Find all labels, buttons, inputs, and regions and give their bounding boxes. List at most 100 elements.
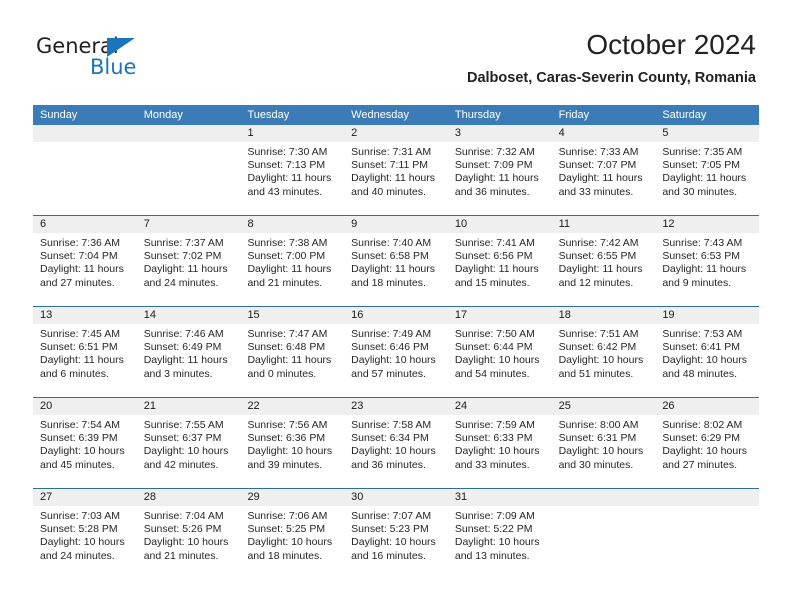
daylight-duration-line2: and 27 minutes. [662, 458, 738, 471]
calendar-day-cell[interactable]: 23 Sunrise: 7:58 AM Sunset: 6:34 PM Dayligh… [344, 398, 448, 481]
calendar-day-cell[interactable]: 4 Sunrise: 7:33 AM Sunset: 7:07 PM Daylight… [551, 125, 656, 208]
calendar-day-cell[interactable]: 8 Sunrise: 7:38 AM Sunset: 7:00 PM Daylight… [240, 216, 345, 299]
general-blue-logo[interactable]: General Blue [36, 34, 226, 90]
calendar-week-row: 27 Sunrise: 7:03 AM Sunset: 5:28 PM Dayligh… [33, 488, 760, 572]
calendar-day-cell[interactable]: 17 Sunrise: 7:50 AM Sunset: 6:44 PM Dayligh… [447, 307, 552, 390]
weekday-header-monday: Monday [143, 109, 183, 121]
daylight-duration-line2: and 36 minutes. [454, 185, 530, 198]
calendar-day-cell[interactable]: 21 Sunrise: 7:55 AM Sunset: 6:37 PM Dayligh… [136, 398, 241, 481]
calendar-day-cell[interactable]: 31 Sunrise: 7:09 AM Sunset: 5:22 PM Dayligh… [447, 489, 552, 572]
sunrise-time: Sunrise: 7:58 AM [351, 419, 432, 431]
week-spacer [33, 481, 759, 488]
weekday-header-sunday: Sunday [40, 109, 78, 121]
daylight-duration-line1: Daylight: 10 hours [351, 445, 436, 458]
calendar-day-cell[interactable]: 28 Sunrise: 7:04 AM Sunset: 5:26 PM Dayligh… [136, 489, 241, 572]
day-details: Sunrise: 7:50 AM Sunset: 6:44 PM Daylight:… [448, 324, 552, 381]
sunset-time: Sunset: 7:00 PM [247, 250, 326, 263]
calendar-week-row: 13 Sunrise: 7:45 AM Sunset: 6:51 PM Dayligh… [33, 306, 760, 390]
day-details: Sunrise: 8:02 AM Sunset: 6:29 PM Daylight:… [655, 415, 759, 472]
calendar-day-cell[interactable]: 14 Sunrise: 7:46 AM Sunset: 6:49 PM Dayligh… [136, 307, 241, 390]
calendar-day-cell[interactable]: 24 Sunrise: 7:59 AM Sunset: 6:33 PM Dayligh… [447, 398, 552, 481]
page-header: General Blue October 2024 Dalboset, Cara… [36, 28, 756, 94]
sunrise-time: Sunrise: 7:04 AM [143, 510, 224, 522]
sunset-time: Sunset: 6:51 PM [40, 341, 118, 354]
day-number: 22 [240, 398, 345, 415]
day-details: Sunrise: 7:32 AM Sunset: 7:09 PM Daylight:… [448, 142, 552, 199]
calendar-day-cell[interactable]: 20 Sunrise: 7:54 AM Sunset: 6:39 PM Dayligh… [33, 398, 137, 481]
calendar-day-cell[interactable]: 22 Sunrise: 7:56 AM Sunset: 6:36 PM Dayligh… [240, 398, 345, 481]
daylight-duration-line1: Daylight: 10 hours [143, 536, 229, 549]
sunrise-time: Sunrise: 7:07 AM [351, 510, 432, 522]
sunset-time: Sunset: 7:02 PM [143, 250, 222, 263]
daylight-duration-line2: and 51 minutes. [558, 367, 634, 380]
day-number: 15 [240, 307, 345, 324]
calendar-day-cell[interactable]: 26 Sunrise: 8:02 AM Sunset: 6:29 PM Dayligh… [655, 398, 760, 481]
calendar-day-cell[interactable]: 1 Sunrise: 7:30 AM Sunset: 7:13 PM Daylight… [240, 125, 345, 208]
day-number [136, 125, 241, 142]
daylight-duration-line2: and 24 minutes. [40, 549, 115, 562]
sunset-time: Sunset: 5:25 PM [247, 523, 326, 536]
daylight-duration-line1: Daylight: 11 hours [247, 263, 332, 276]
weekday-header-thursday: Thursday [454, 109, 501, 121]
day-number: 28 [136, 489, 241, 506]
daylight-duration-line2: and 40 minutes. [351, 185, 426, 198]
sunset-time: Sunset: 7:05 PM [662, 159, 740, 172]
calendar-day-cell[interactable]: 7 Sunrise: 7:37 AM Sunset: 7:02 PM Daylight… [136, 216, 241, 299]
daylight-duration-line1: Daylight: 10 hours [351, 536, 436, 549]
day-number: 26 [655, 398, 760, 415]
daylight-duration-line1: Daylight: 11 hours [662, 263, 747, 276]
calendar-day-cell[interactable]: 3 Sunrise: 7:32 AM Sunset: 7:09 PM Daylight… [447, 125, 552, 208]
day-number: 5 [655, 125, 760, 142]
calendar-day-cell[interactable]: 18 Sunrise: 7:51 AM Sunset: 6:42 PM Dayligh… [551, 307, 656, 390]
day-details: Sunrise: 7:43 AM Sunset: 6:53 PM Daylight:… [655, 233, 759, 290]
calendar-day-cell[interactable]: 12 Sunrise: 7:43 AM Sunset: 6:53 PM Dayligh… [655, 216, 760, 299]
sunrise-time: Sunrise: 8:02 AM [662, 419, 743, 431]
daylight-duration-line1: Daylight: 10 hours [351, 354, 436, 367]
day-number [33, 125, 137, 142]
calendar-day-cell[interactable]: 13 Sunrise: 7:45 AM Sunset: 6:51 PM Dayligh… [33, 307, 137, 390]
daylight-duration-line1: Daylight: 11 hours [558, 172, 643, 185]
sunrise-time: Sunrise: 8:00 AM [558, 419, 639, 431]
weekday-header-friday: Friday [558, 109, 590, 121]
calendar-day-cell[interactable]: 16 Sunrise: 7:49 AM Sunset: 6:46 PM Dayligh… [344, 307, 448, 390]
calendar-week-row: 20 Sunrise: 7:54 AM Sunset: 6:39 PM Dayligh… [33, 397, 760, 481]
daylight-duration-line1: Daylight: 11 hours [143, 263, 228, 276]
day-details: Sunrise: 7:54 AM Sunset: 6:39 PM Daylight:… [33, 415, 137, 472]
calendar-day-cell[interactable]: 9 Sunrise: 7:40 AM Sunset: 6:58 PM Daylight… [344, 216, 448, 299]
sunrise-time: Sunrise: 7:31 AM [351, 146, 432, 158]
sunrise-time: Sunrise: 7:53 AM [662, 328, 743, 340]
calendar-day-cell[interactable]: 19 Sunrise: 7:53 AM Sunset: 6:41 PM Dayligh… [655, 307, 760, 390]
calendar-day-cell[interactable]: 5 Sunrise: 7:35 AM Sunset: 7:05 PM Daylight… [655, 125, 760, 208]
sunrise-time: Sunrise: 7:45 AM [40, 328, 120, 340]
sunrise-time: Sunrise: 7:09 AM [454, 510, 535, 522]
calendar-cell-empty [551, 489, 656, 572]
day-details: Sunrise: 7:03 AM Sunset: 5:28 PM Daylight:… [33, 506, 137, 563]
day-number: 25 [551, 398, 656, 415]
daylight-duration-line1: Daylight: 10 hours [454, 445, 540, 458]
day-number: 20 [33, 398, 137, 415]
daylight-duration-line1: Daylight: 11 hours [662, 172, 747, 185]
calendar-day-cell[interactable]: 11 Sunrise: 7:42 AM Sunset: 6:55 PM Dayligh… [551, 216, 656, 299]
sunrise-time: Sunrise: 7:35 AM [662, 146, 743, 158]
daylight-duration-line1: Daylight: 10 hours [247, 536, 333, 549]
location-subtitle: Dalboset, Caras-Severin County, Romania [466, 70, 756, 86]
calendar-day-cell[interactable]: 15 Sunrise: 7:47 AM Sunset: 6:48 PM Dayligh… [240, 307, 345, 390]
calendar-day-cell[interactable]: 25 Sunrise: 8:00 AM Sunset: 6:31 PM Dayligh… [551, 398, 656, 481]
sunset-time: Sunset: 6:33 PM [454, 432, 533, 445]
sunset-time: Sunset: 6:58 PM [351, 250, 429, 263]
calendar-weeks: 1 Sunrise: 7:30 AM Sunset: 7:13 PM Daylight… [33, 125, 760, 572]
daylight-duration-line2: and 43 minutes. [247, 185, 323, 198]
sunset-time: Sunset: 5:26 PM [143, 523, 222, 536]
calendar-day-cell[interactable]: 29 Sunrise: 7:06 AM Sunset: 5:25 PM Dayligh… [240, 489, 345, 572]
calendar-day-cell[interactable]: 27 Sunrise: 7:03 AM Sunset: 5:28 PM Dayligh… [33, 489, 137, 572]
calendar-day-cell[interactable]: 6 Sunrise: 7:36 AM Sunset: 7:04 PM Daylight… [33, 216, 137, 299]
calendar-day-cell[interactable]: 2 Sunrise: 7:31 AM Sunset: 7:11 PM Daylight… [344, 125, 448, 208]
daylight-duration-line1: Daylight: 11 hours [247, 354, 332, 367]
daylight-duration-line2: and 3 minutes. [143, 367, 213, 380]
calendar-day-cell[interactable]: 30 Sunrise: 7:07 AM Sunset: 5:23 PM Dayligh… [344, 489, 448, 572]
daylight-duration-line2: and 24 minutes. [143, 276, 219, 289]
daylight-duration-line2: and 36 minutes. [351, 458, 426, 471]
calendar-day-cell[interactable]: 10 Sunrise: 7:41 AM Sunset: 6:56 PM Dayligh… [447, 216, 552, 299]
sunrise-time: Sunrise: 7:33 AM [558, 146, 639, 158]
daylight-duration-line2: and 16 minutes. [351, 549, 426, 562]
